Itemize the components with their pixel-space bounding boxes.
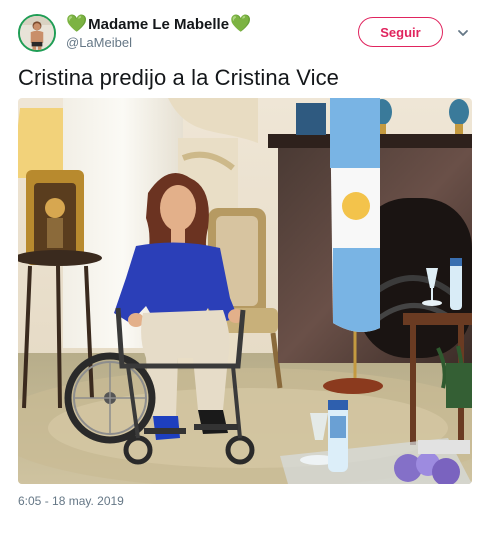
avatar-image [20, 16, 54, 50]
avatar[interactable] [18, 14, 56, 52]
green-heart-icon: 💚 [230, 13, 252, 34]
tweet-text: Cristina predijo a la Cristina Vice [18, 65, 340, 90]
author-handle[interactable]: @LaMeibel [66, 35, 132, 50]
tweet-card: 💚 Madame Le Mabelle 💚 @LaMeibel Seguir C… [0, 0, 496, 535]
chevron-down-icon[interactable] [456, 26, 470, 40]
tweet-timestamp[interactable]: 6:05 - 18 may. 2019 [18, 494, 124, 508]
green-heart-icon: 💚 [66, 13, 88, 34]
author-name-row[interactable]: 💚 Madame Le Mabelle 💚 [66, 14, 251, 34]
follow-button[interactable]: Seguir [358, 17, 443, 47]
tweet-photo[interactable] [18, 98, 472, 484]
author-display-name[interactable]: Madame Le Mabelle [88, 16, 229, 33]
photo-image [18, 98, 472, 484]
